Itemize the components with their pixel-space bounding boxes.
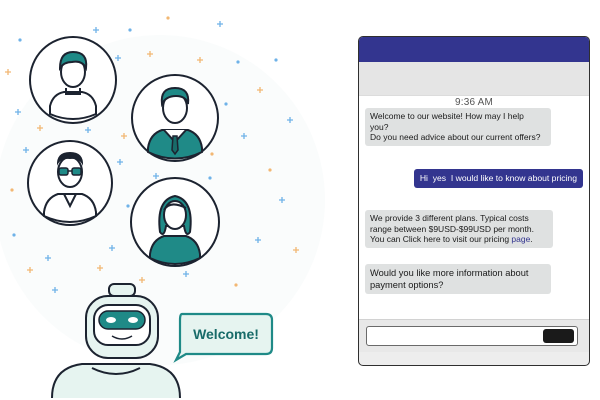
message-line: range between $9USD-$99USD per month. xyxy=(370,223,534,234)
message-line: You can Click here to visit our pricing … xyxy=(370,234,548,245)
chatbot-illustration: Welcome! xyxy=(0,16,325,399)
send-button[interactable] xyxy=(543,329,574,343)
bot-message-bubble: Welcome to our website! How may I help y… xyxy=(365,108,551,146)
message-input-bar xyxy=(359,319,589,352)
man-with-glasses-avatar xyxy=(27,140,113,226)
message-line: We provide 3 different plans. Typical co… xyxy=(370,213,529,223)
sparkle-dot xyxy=(18,38,22,42)
phone-header-bar xyxy=(359,37,589,62)
sparkle-dot xyxy=(12,233,16,237)
sparkle-plus xyxy=(217,21,223,27)
woman-avatar xyxy=(130,177,220,267)
sparkle-dot xyxy=(274,58,278,62)
pricing-page-link[interactable]: page xyxy=(511,234,530,244)
sparkle-dot xyxy=(128,28,132,32)
message-line: payment options? xyxy=(370,280,444,290)
phone-title-strip xyxy=(359,62,589,96)
phone-chat-window: 9:36 AM Welcome to our website! How may … xyxy=(358,36,590,366)
message-timestamp: 9:36 AM xyxy=(454,97,494,108)
sparkle-dot xyxy=(10,188,14,192)
user-message-bubble: Hi yes I would like to know about pricin… xyxy=(413,169,583,188)
sparkle-plus xyxy=(5,69,11,75)
bot-message-bubble: We provide 3 different plans. Typical co… xyxy=(365,210,553,248)
message-line: Do you need advice about our current off… xyxy=(370,132,541,142)
welcome-text: Welcome! xyxy=(193,326,259,342)
message-text: . xyxy=(530,234,533,244)
message-line: Would you like more information about xyxy=(370,268,529,278)
sparkle-dot xyxy=(126,204,130,208)
businessman-avatar xyxy=(131,74,219,162)
message-line: you? xyxy=(370,121,389,132)
young-man-avatar xyxy=(29,36,117,124)
sparkle-dot xyxy=(208,176,212,180)
sparkle-dot xyxy=(234,283,238,287)
chat-area: 9:36 AM Welcome to our website! How may … xyxy=(359,96,589,352)
welcome-speech-bubble: Welcome! xyxy=(173,312,274,363)
bot-message-bubble: Would you like more information about pa… xyxy=(365,264,551,294)
sparkle-dot xyxy=(210,152,214,156)
sparkle-dot xyxy=(268,168,272,172)
sparkle-dot xyxy=(236,60,240,64)
message-line: Welcome to our website! How may I help xyxy=(370,111,524,121)
message-line: Hi yes I would like to know about pricin… xyxy=(419,173,577,183)
message-text: You can Click here to visit our pricing xyxy=(370,234,512,244)
sparkle-plus xyxy=(93,27,99,33)
sparkle-dot xyxy=(224,102,228,106)
sparkle-dot xyxy=(166,16,170,20)
